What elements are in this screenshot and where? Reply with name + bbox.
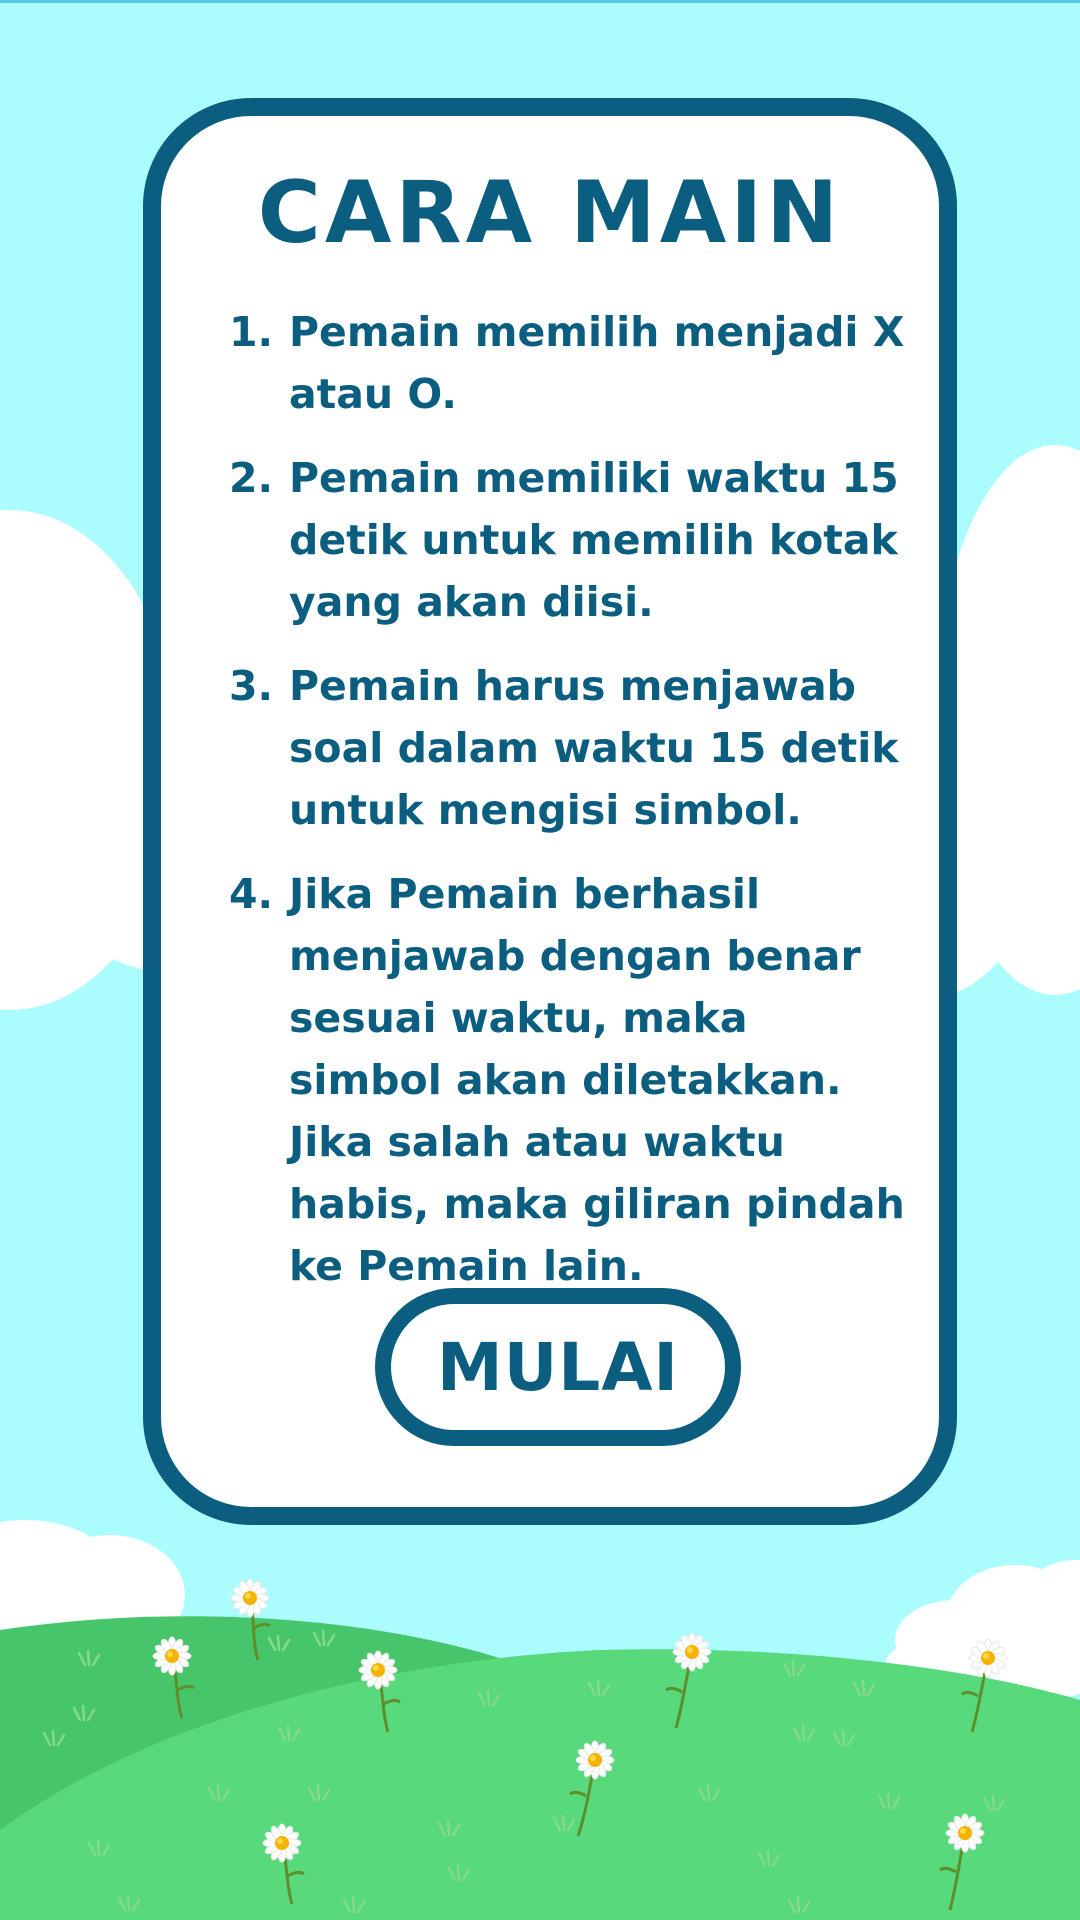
instructions-card: CARA MAIN 1. Pemain memilih menjadi X at… [143, 98, 957, 1525]
rule-text: Pemain memiliki waktu 15 detik untuk mem… [289, 454, 899, 626]
rule-text: Pemain memilih menjadi X atau O. [289, 308, 905, 418]
rule-number: 3. [229, 662, 274, 710]
rule-item: 2. Pemain memiliki waktu 15 detik untuk … [229, 447, 909, 633]
rule-item: 1. Pemain memilih menjadi X atau O. [229, 301, 909, 425]
start-button[interactable]: MULAI [375, 1288, 741, 1446]
rule-text: Pemain harus menjawab soal dalam waktu 1… [289, 662, 899, 834]
rule-number: 1. [229, 308, 274, 356]
top-border [0, 0, 1080, 3]
page-title: CARA MAIN [257, 163, 843, 263]
rule-number: 2. [229, 454, 274, 502]
rule-number: 4. [229, 870, 274, 918]
rule-text: Jika Pemain berhasil menjawab dengan ben… [289, 870, 905, 1290]
rule-item: 4. Jika Pemain berhasil menjawab dengan … [229, 863, 909, 1297]
rules-list: 1. Pemain memilih menjadi X atau O. 2. P… [229, 301, 909, 1319]
rule-item: 3. Pemain harus menjawab soal dalam wakt… [229, 655, 909, 841]
